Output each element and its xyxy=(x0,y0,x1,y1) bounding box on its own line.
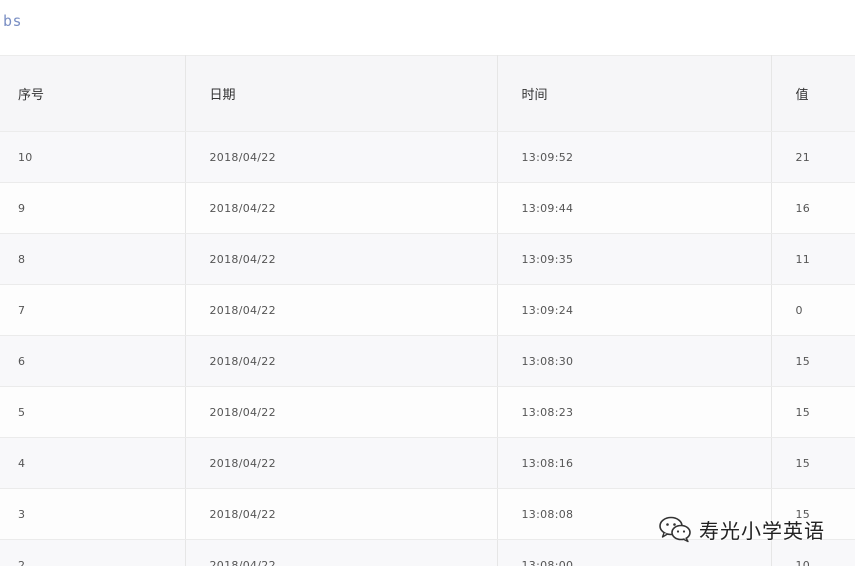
table-row[interactable]: 8 2018/04/22 13:09:35 11 xyxy=(0,233,855,285)
column-header-date[interactable]: 日期 xyxy=(185,55,498,132)
cell-date: 2018/04/22 xyxy=(185,335,498,387)
cell-time: 13:09:52 xyxy=(497,131,772,183)
page: bs 序号 日期 时间 值 10 2018/04/22 13:09:52 21 … xyxy=(0,0,855,566)
cell-time: 13:09:35 xyxy=(497,233,772,285)
cell-time: 13:08:30 xyxy=(497,335,772,387)
cell-date: 2018/04/22 xyxy=(185,233,498,285)
cell-index: 7 xyxy=(0,284,186,336)
cell-value: 16 xyxy=(771,182,855,234)
cell-index: 3 xyxy=(0,488,186,540)
cell-index: 9 xyxy=(0,182,186,234)
table-header-row: 序号 日期 时间 值 xyxy=(0,55,855,132)
cell-time: 13:08:23 xyxy=(497,386,772,438)
cell-date: 2018/04/22 xyxy=(185,539,498,566)
table-row[interactable]: 9 2018/04/22 13:09:44 16 xyxy=(0,182,855,234)
table-row[interactable]: 7 2018/04/22 13:09:24 0 xyxy=(0,284,855,336)
cell-date: 2018/04/22 xyxy=(185,284,498,336)
data-table: 序号 日期 时间 值 10 2018/04/22 13:09:52 21 9 2… xyxy=(0,55,855,566)
cell-date: 2018/04/22 xyxy=(185,488,498,540)
cell-index: 6 xyxy=(0,335,186,387)
table-row[interactable]: 10 2018/04/22 13:09:52 21 xyxy=(0,131,855,183)
cell-value: 15 xyxy=(771,386,855,438)
cell-value: 15 xyxy=(771,335,855,387)
table-row[interactable]: 6 2018/04/22 13:08:30 15 xyxy=(0,335,855,387)
cell-index: 5 xyxy=(0,386,186,438)
watermark-text: 寿光小学英语 xyxy=(699,518,825,543)
cell-date: 2018/04/22 xyxy=(185,182,498,234)
table-row[interactable]: 5 2018/04/22 13:08:23 15 xyxy=(0,386,855,438)
cell-date: 2018/04/22 xyxy=(185,386,498,438)
cell-value: 0 xyxy=(771,284,855,336)
cell-value: 21 xyxy=(771,131,855,183)
cell-date: 2018/04/22 xyxy=(185,131,498,183)
watermark: 寿光小学英语 xyxy=(657,513,825,545)
cell-value: 15 xyxy=(771,437,855,489)
cell-index: 10 xyxy=(0,131,186,183)
cell-value: 11 xyxy=(771,233,855,285)
page-label: bs xyxy=(3,12,23,30)
cell-index: 4 xyxy=(0,437,186,489)
wechat-icon xyxy=(659,516,691,543)
column-header-value[interactable]: 值 xyxy=(771,55,855,132)
column-header-index[interactable]: 序号 xyxy=(0,55,186,132)
cell-index: 8 xyxy=(0,233,186,285)
column-header-time[interactable]: 时间 xyxy=(497,55,772,132)
table-row[interactable]: 4 2018/04/22 13:08:16 15 xyxy=(0,437,855,489)
cell-date: 2018/04/22 xyxy=(185,437,498,489)
cell-index: 2 xyxy=(0,539,186,566)
cell-time: 13:09:24 xyxy=(497,284,772,336)
cell-time: 13:09:44 xyxy=(497,182,772,234)
cell-time: 13:08:16 xyxy=(497,437,772,489)
